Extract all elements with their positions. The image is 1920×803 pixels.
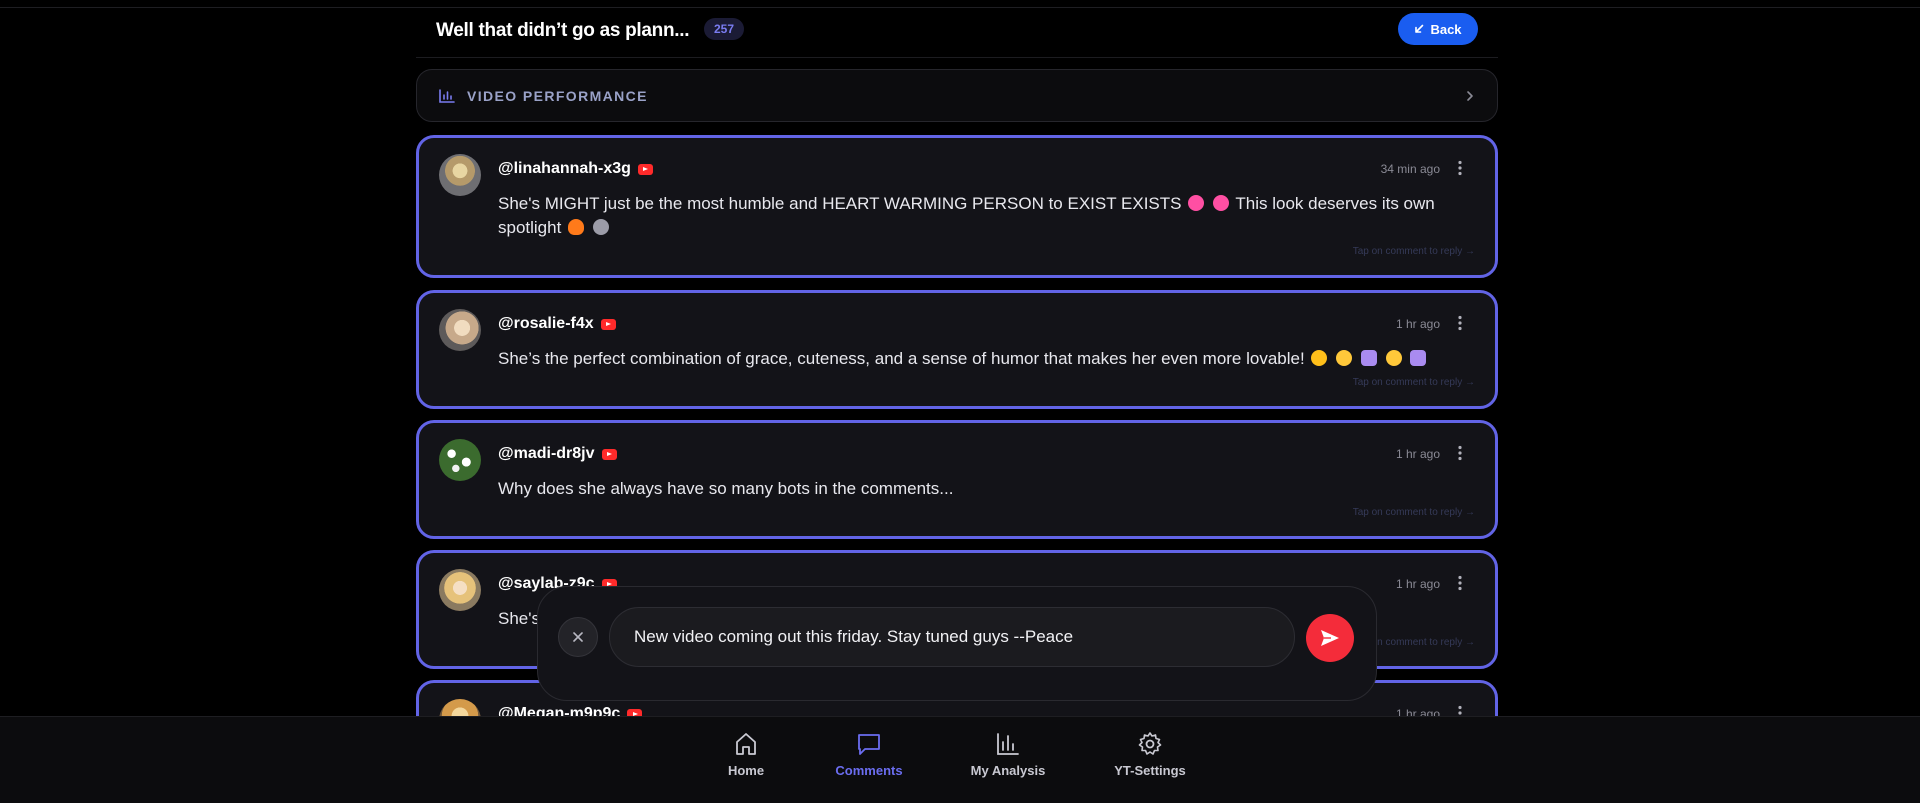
- heart-box-emoji-icon: [1360, 350, 1377, 366]
- reply-hint: Tap on comment to reply →: [1352, 246, 1475, 257]
- gear-icon: [1138, 732, 1162, 755]
- heart-box-emoji-icon: [1410, 350, 1427, 366]
- more-vertical-icon[interactable]: [1457, 160, 1463, 176]
- nav-my-analysis[interactable]: My Analysis: [953, 731, 1063, 778]
- comment-time: 1 hr ago: [1395, 317, 1440, 331]
- comment-author[interactable]: @linahannah-x3g: [498, 160, 631, 178]
- comment-time: 1 hr ago: [1395, 577, 1440, 591]
- nav-yt-settings-label: YT-Settings: [1114, 763, 1186, 778]
- comment-author[interactable]: @rosalie-f4x: [498, 315, 594, 333]
- nav-yt-settings[interactable]: YT-Settings: [1095, 731, 1205, 778]
- heart-emoji-icon: [1188, 195, 1205, 211]
- reply-input[interactable]: [609, 607, 1295, 667]
- reply-composer: [537, 586, 1377, 701]
- avatar: [439, 569, 481, 611]
- video-performance-panel[interactable]: VIDEO PERFORMANCE: [416, 69, 1498, 122]
- avatar: [439, 309, 481, 351]
- more-vertical-icon[interactable]: [1457, 575, 1463, 591]
- home-icon: [736, 733, 756, 755]
- comment-time: 1 hr ago: [1395, 447, 1440, 461]
- nav-home-label: Home: [727, 763, 765, 778]
- more-vertical-icon[interactable]: [1457, 315, 1463, 331]
- nav-my-analysis-label: My Analysis: [970, 763, 1046, 778]
- comment-text: She’s the perfect combination of grace, …: [498, 347, 1455, 371]
- avatar: [439, 154, 481, 196]
- comment-text: She's MIGHT just be the most humble and …: [498, 194, 1435, 237]
- bar-chart-icon: [439, 88, 455, 103]
- comment-card[interactable]: @madi-dr8jv 1 hr ago Why does she always…: [416, 420, 1498, 539]
- bottom-navigation: Home Comments My Analysis YT-Settings: [0, 716, 1920, 803]
- comment-time: 34 min ago: [1380, 162, 1440, 176]
- video-performance-label: VIDEO PERFORMANCE: [467, 87, 648, 104]
- heart-emoji-icon: [1212, 195, 1229, 211]
- bar-chart-icon: [997, 733, 1019, 755]
- nav-comments[interactable]: Comments: [814, 731, 924, 778]
- close-reply-button[interactable]: [558, 617, 598, 657]
- youtube-icon: [601, 448, 617, 460]
- sun-emoji-icon: [1311, 350, 1328, 366]
- video-title: Well that didn’t go as plann...: [436, 20, 690, 41]
- back-button-label: Back: [1430, 21, 1462, 37]
- reply-hint: Tap on comment to reply →: [1352, 377, 1475, 388]
- close-icon: [573, 632, 583, 642]
- comment-card[interactable]: @linahannah-x3g 34 min ago She's MIGHT j…: [416, 135, 1498, 278]
- send-button[interactable]: [1306, 614, 1354, 662]
- back-button[interactable]: Back: [1398, 13, 1478, 45]
- comment-author[interactable]: @madi-dr8jv: [498, 445, 595, 463]
- arrow-down-left-icon: [1415, 24, 1424, 33]
- star-eyes-emoji-icon: [1336, 350, 1353, 366]
- youtube-icon: [637, 163, 653, 175]
- chevron-right-icon: [1467, 90, 1473, 101]
- microphone-emoji-icon: [592, 219, 609, 235]
- comment-card[interactable]: @rosalie-f4x 1 hr ago She’s the perfect …: [416, 290, 1498, 409]
- message-square-icon: [858, 734, 880, 755]
- comment-text: Why does she always have so many bots in…: [498, 479, 954, 498]
- nav-home[interactable]: Home: [691, 731, 801, 778]
- nav-comments-label: Comments: [835, 763, 903, 778]
- comment-count-badge: 257: [704, 18, 745, 40]
- avatar: [439, 439, 481, 481]
- reply-hint: Tap on comment to reply →: [1352, 507, 1475, 518]
- send-icon: [1321, 630, 1339, 646]
- heart-eyes-emoji-icon: [1385, 350, 1402, 366]
- page-header: Well that didn’t go as plann... 257 Back: [416, 8, 1498, 58]
- more-vertical-icon[interactable]: [1457, 445, 1463, 461]
- fire-emoji-icon: [568, 219, 585, 235]
- youtube-icon: [600, 318, 616, 330]
